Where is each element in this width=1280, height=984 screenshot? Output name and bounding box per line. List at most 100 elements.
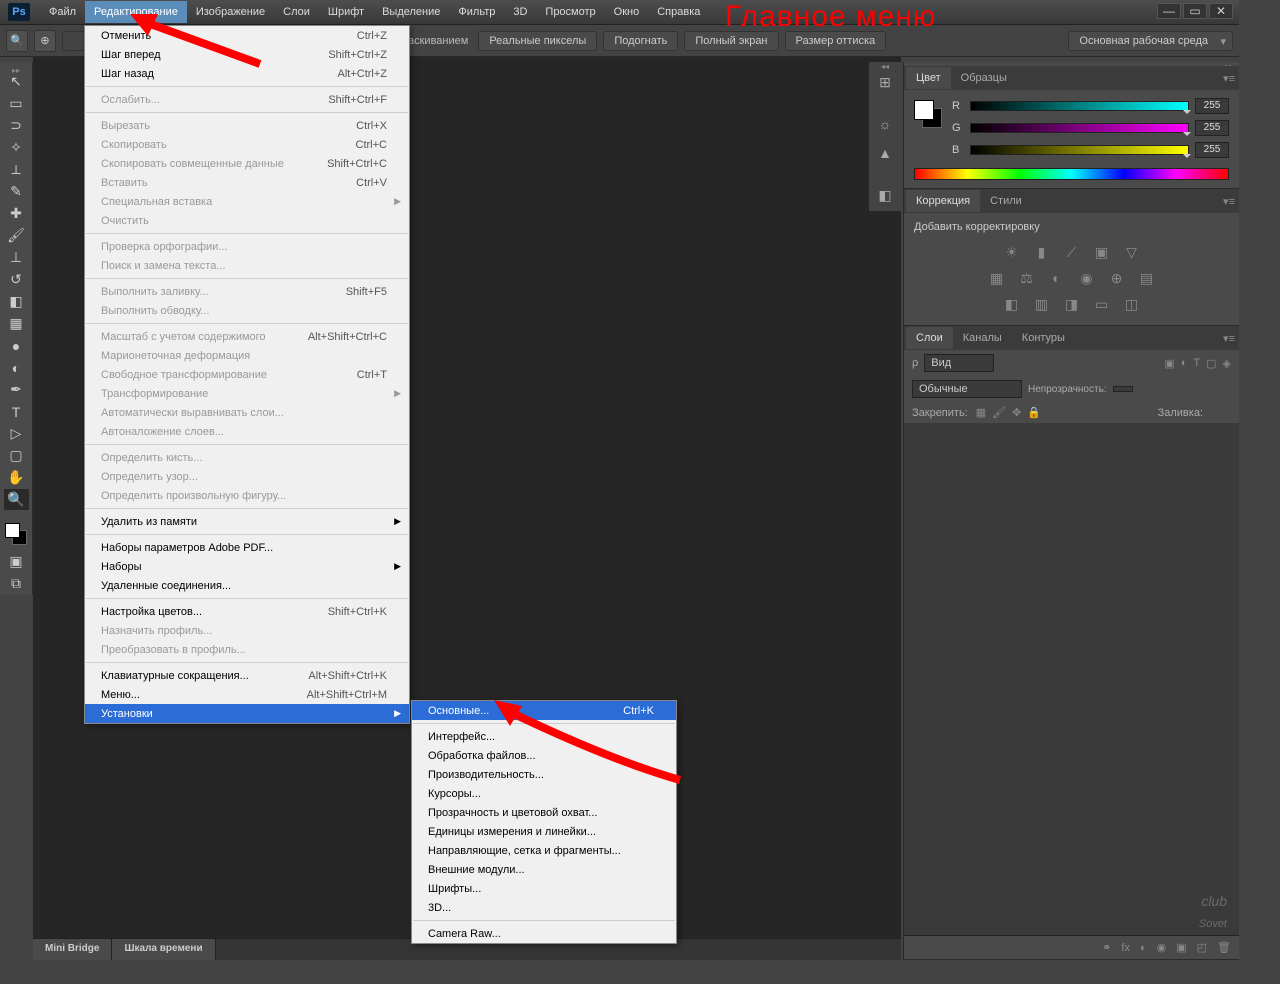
filter-shape-icon[interactable]: ▢ xyxy=(1206,357,1216,370)
move-tool[interactable]: ↖ xyxy=(4,71,29,92)
eyedropper-tool[interactable]: ✎ xyxy=(4,181,29,202)
panel-icon-3[interactable]: ▲ xyxy=(872,140,898,166)
menu-item[interactable]: Наборы параметров Adobe PDF... xyxy=(85,538,409,557)
hand-tool[interactable]: ✋ xyxy=(4,467,29,488)
layer-adj-icon[interactable]: ◉ xyxy=(1157,941,1167,954)
color-swatch-panel[interactable] xyxy=(914,100,942,128)
menu-item[interactable]: Шаг назадAlt+Ctrl+Z xyxy=(85,64,409,83)
adj-balance-icon[interactable]: ⚖ xyxy=(1017,269,1037,287)
eraser-tool[interactable]: ◧ xyxy=(4,291,29,312)
opacity-field[interactable] xyxy=(1113,386,1133,392)
menu-item[interactable]: Направляющие, сетка и фрагменты... xyxy=(412,841,676,860)
menu-item[interactable]: Прозрачность и цветовой охват... xyxy=(412,803,676,822)
adj-levels-icon[interactable]: ▮ xyxy=(1032,243,1052,261)
crop-tool[interactable]: ⟂ xyxy=(4,159,29,180)
adj-hue-icon[interactable]: ▦ xyxy=(987,269,1007,287)
blur-tool[interactable]: ● xyxy=(4,335,29,356)
menu-item[interactable]: Наборы▶ xyxy=(85,557,409,576)
adj-photo-icon[interactable]: ◉ xyxy=(1077,269,1097,287)
menu-item[interactable]: Шаг впередShift+Ctrl+Z xyxy=(85,45,409,64)
menu-item[interactable]: Удаленные соединения... xyxy=(85,576,409,595)
menu-select[interactable]: Выделение xyxy=(373,1,449,23)
tab-minibridge[interactable]: Mini Bridge xyxy=(33,939,112,960)
screenmode-tool[interactable]: ⧉ xyxy=(4,573,29,594)
dodge-tool[interactable]: ◐ xyxy=(4,357,29,378)
pen-tool[interactable]: ✒ xyxy=(4,379,29,400)
panel-icon-2[interactable]: ☼ xyxy=(872,111,898,137)
layer-fx-icon[interactable]: fx xyxy=(1121,942,1130,954)
blend-mode-select[interactable]: Обычные xyxy=(912,380,1022,398)
adj-mixer-icon[interactable]: ⊕ xyxy=(1107,269,1127,287)
lock-pos-icon[interactable]: ✥ xyxy=(1012,406,1021,419)
link-layers-icon[interactable]: ⚭ xyxy=(1102,941,1111,954)
filter-smart-icon[interactable]: ◈ xyxy=(1223,357,1231,370)
filter-adj-icon[interactable]: ◐ xyxy=(1181,357,1188,370)
menu-window[interactable]: Окно xyxy=(605,1,649,23)
heal-tool[interactable]: ✚ xyxy=(4,203,29,224)
b-value[interactable]: 255 xyxy=(1195,142,1229,158)
menu-3d[interactable]: 3D xyxy=(504,1,536,23)
menu-item[interactable]: ОтменитьCtrl+Z xyxy=(85,26,409,45)
brush-tool[interactable]: 🖌 xyxy=(4,225,29,246)
r-slider[interactable] xyxy=(970,101,1189,111)
color-swatch[interactable] xyxy=(5,523,27,545)
menu-item[interactable]: Клавиатурные сокращения...Alt+Shift+Ctrl… xyxy=(85,666,409,685)
stamp-tool[interactable]: ⊥ xyxy=(4,247,29,268)
adj-thresh-icon[interactable]: ◨ xyxy=(1062,295,1082,313)
layer-group-icon[interactable]: ▣ xyxy=(1176,941,1186,954)
b-slider[interactable] xyxy=(970,145,1189,155)
lock-trans-icon[interactable]: ▦ xyxy=(976,406,986,419)
actual-pixels-button[interactable]: Реальные пикселы xyxy=(478,31,597,51)
tab-styles[interactable]: Стили xyxy=(980,190,1032,212)
menu-type[interactable]: Шрифт xyxy=(319,1,373,23)
tab-swatches[interactable]: Образцы xyxy=(951,67,1017,89)
spectrum-bar[interactable] xyxy=(914,168,1229,180)
fit-button[interactable]: Подогнать xyxy=(603,31,678,51)
new-layer-icon[interactable]: ◰ xyxy=(1197,941,1207,954)
close-button[interactable]: ✕ xyxy=(1209,3,1233,19)
tab-timeline[interactable]: Шкала времени xyxy=(112,939,215,960)
adj-poster-icon[interactable]: ▥ xyxy=(1032,295,1052,313)
history-brush-tool[interactable]: ↺ xyxy=(4,269,29,290)
menu-image[interactable]: Изображение xyxy=(187,1,274,23)
menu-item[interactable]: Настройка цветов...Shift+Ctrl+K xyxy=(85,602,409,621)
menu-filter[interactable]: Фильтр xyxy=(449,1,504,23)
type-tool[interactable]: T xyxy=(4,401,29,422)
menu-edit[interactable]: Редактирование xyxy=(85,1,187,23)
adj-gradmap-icon[interactable]: ▭ xyxy=(1092,295,1112,313)
adj-curves-icon[interactable]: ⟋ xyxy=(1062,243,1082,261)
adj-exposure-icon[interactable]: ▣ xyxy=(1092,243,1112,261)
menu-view[interactable]: Просмотр xyxy=(536,1,604,23)
menu-item[interactable]: Интерфейс... xyxy=(412,727,676,746)
tab-color[interactable]: Цвет xyxy=(906,67,951,89)
gradient-tool[interactable]: ▦ xyxy=(4,313,29,334)
menu-item[interactable]: Курсоры... xyxy=(412,784,676,803)
menu-layers[interactable]: Слои xyxy=(274,1,319,23)
path-tool[interactable]: ▷ xyxy=(4,423,29,444)
layer-mask-icon[interactable]: ◐ xyxy=(1140,942,1147,954)
workspace-select[interactable]: Основная рабочая среда xyxy=(1068,31,1233,51)
panel-icon-4[interactable]: ◧ xyxy=(872,182,898,208)
delete-layer-icon[interactable]: 🗑 xyxy=(1217,941,1231,954)
menu-item[interactable]: Удалить из памяти▶ xyxy=(85,512,409,531)
g-slider[interactable] xyxy=(970,123,1189,133)
layer-kind-select[interactable]: Вид xyxy=(924,354,994,372)
menu-item[interactable]: 3D... xyxy=(412,898,676,917)
menu-item[interactable]: Установки▶ xyxy=(85,704,409,723)
tab-adjustments[interactable]: Коррекция xyxy=(906,190,980,212)
menu-item[interactable]: Шрифты... xyxy=(412,879,676,898)
adj-lookup-icon[interactable]: ▤ xyxy=(1137,269,1157,287)
tab-layers[interactable]: Слои xyxy=(906,327,953,349)
menu-item[interactable]: Обработка файлов... xyxy=(412,746,676,765)
menu-item[interactable]: Производительность... xyxy=(412,765,676,784)
menu-item[interactable]: Единицы измерения и линейки... xyxy=(412,822,676,841)
menu-item[interactable]: Основные...Ctrl+K xyxy=(412,701,676,720)
lock-all-icon[interactable]: 🔒 xyxy=(1027,406,1041,419)
marquee-tool[interactable]: ▭ xyxy=(4,93,29,114)
menu-file[interactable]: Файл xyxy=(40,1,85,23)
menu-item[interactable]: Camera Raw... xyxy=(412,924,676,943)
adj-brightness-icon[interactable]: ☀ xyxy=(1002,243,1022,261)
quickmask-tool[interactable]: ▣ xyxy=(4,551,29,572)
wand-tool[interactable]: ✧ xyxy=(4,137,29,158)
lasso-tool[interactable]: ⊃ xyxy=(4,115,29,136)
